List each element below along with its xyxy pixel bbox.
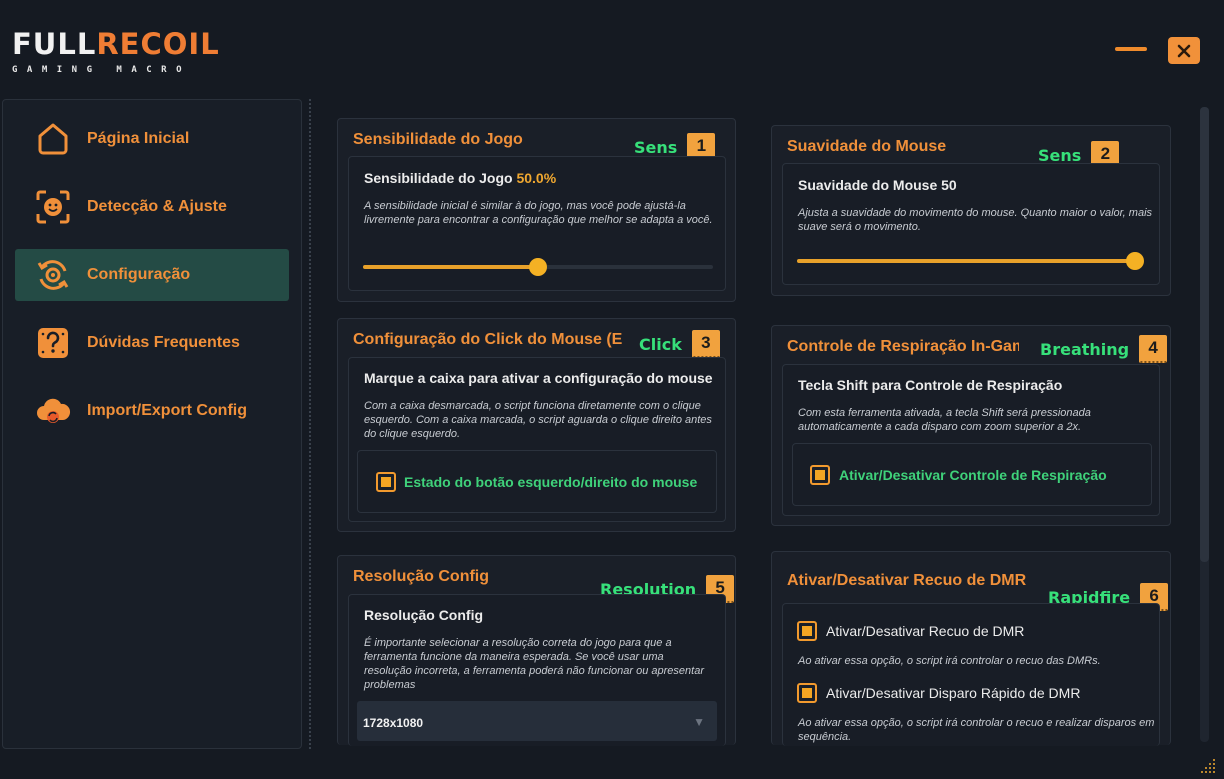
checkbox-check bbox=[802, 688, 812, 698]
sidebar-item-label: Configuração bbox=[87, 266, 191, 283]
click-card: Marque a caixa para ativar a configuraçã… bbox=[348, 357, 726, 522]
scrollbar-thumb[interactable] bbox=[1200, 107, 1209, 562]
close-button[interactable] bbox=[1168, 37, 1200, 64]
click-option-box: Estado do botão esquerdo/direito do mous… bbox=[357, 450, 717, 513]
minimize-button[interactable] bbox=[1115, 47, 1147, 51]
panel-title: Ativar/Desativar Recuo de DMR bbox=[787, 572, 1027, 589]
panel-title: Sensibilidade do Jogo bbox=[353, 131, 523, 148]
dmr-rapidfire-checkbox[interactable] bbox=[797, 683, 817, 703]
slider-knob[interactable] bbox=[1126, 252, 1144, 270]
dmr-rapidfire-description: Ao ativar essa opção, o script irá contr… bbox=[798, 717, 1155, 743]
panel-mouse-click: Configuração do Click do Mouse (Esq Clic… bbox=[337, 318, 736, 532]
breathing-description: Com esta ferramenta ativada, a tecla Shi… bbox=[798, 407, 1091, 433]
resolution-select[interactable]: 1728x1080 ▼ bbox=[357, 701, 717, 741]
sensitivity-value: 50.0% bbox=[516, 170, 557, 186]
checkbox-check bbox=[802, 626, 812, 636]
panel-resolution: Resolução Config Resolution 5 Resolução … bbox=[337, 555, 736, 746]
sidebar-item-label: Página Inicial bbox=[87, 130, 190, 147]
cloud-sync-icon bbox=[33, 391, 73, 431]
tag-badge: Click 3 bbox=[623, 330, 720, 358]
vertical-divider bbox=[309, 99, 311, 749]
checkbox-frame bbox=[376, 472, 396, 492]
checkbox-check bbox=[815, 470, 825, 480]
sidebar-item-configuration[interactable]: Configuração bbox=[15, 249, 289, 301]
resolution-card: Resolução Config É importante selecionar… bbox=[348, 594, 726, 746]
breathing-control-label[interactable]: Ativar/Desativar Controle de Respiração bbox=[839, 467, 1107, 483]
logo-text-full: FULL bbox=[12, 27, 97, 61]
dmr-recoil-label[interactable]: Ativar/Desativar Recuo de DMR bbox=[826, 623, 1024, 639]
logo-text-recoil: RECOIL bbox=[96, 27, 220, 61]
checkbox-frame bbox=[797, 683, 817, 703]
tag-label: Sens bbox=[634, 137, 678, 157]
slider-fill bbox=[797, 259, 1135, 263]
close-icon bbox=[1177, 44, 1191, 57]
sensitivity-card: Sensibilidade do Jogo 50.0% A sensibilid… bbox=[348, 156, 726, 291]
panel-sensitivity: Sensibilidade do Jogo Sens 1 Sensibilida… bbox=[337, 118, 736, 302]
smoothness-label: Suavidade do Mouse 50 bbox=[798, 177, 957, 193]
panel-title: Suavidade do Mouse bbox=[787, 138, 947, 155]
resolution-description: É importante selecionar a resolução corr… bbox=[364, 637, 704, 691]
dmr-recoil-checkbox[interactable] bbox=[797, 621, 817, 641]
sensitivity-label: Sensibilidade do Jogo 50.0% bbox=[364, 170, 556, 186]
gear-sync-icon bbox=[33, 255, 73, 295]
home-icon bbox=[33, 119, 73, 159]
tag-badge: Breathing 4 bbox=[1030, 335, 1168, 363]
sensitivity-description: A sensibilidade inicial é similar à do j… bbox=[364, 200, 713, 226]
smoothness-card: Suavidade do Mouse 50 Ajusta a suavidade… bbox=[782, 163, 1160, 285]
sidebar-item-label: Dúvidas Frequentes bbox=[87, 334, 240, 351]
mouse-button-state-label[interactable]: Estado do botão esquerdo/direito do mous… bbox=[404, 474, 697, 490]
tag-number: 3 bbox=[691, 330, 720, 358]
checkbox-frame bbox=[810, 465, 830, 485]
panel-mouse-smoothness: Suavidade do Mouse Sens 2 Suavidade do M… bbox=[771, 125, 1171, 296]
app-logo: FULLRECOIL GAMING MACRO bbox=[12, 27, 220, 76]
resolution-label: Resolução Config bbox=[364, 607, 484, 623]
dmr-recoil-description: Ao ativar essa opção, o script irá contr… bbox=[798, 655, 1101, 667]
sidebar-item-detection[interactable]: Detecção & Ajuste bbox=[15, 181, 289, 233]
breathing-card: Tecla Shift para Controle de Respiração … bbox=[782, 364, 1160, 516]
dmr-rapidfire-label[interactable]: Ativar/Desativar Disparo Rápido de DMR bbox=[826, 685, 1080, 701]
smoothness-slider[interactable] bbox=[797, 252, 1144, 270]
sidebar-item-label: Import/Export Config bbox=[87, 402, 247, 419]
sensitivity-label-text: Sensibilidade do Jogo bbox=[364, 170, 513, 186]
slider-fill bbox=[363, 265, 538, 269]
sidebar-item-faq[interactable]: Dúvidas Frequentes bbox=[15, 317, 289, 369]
resolution-selected-value: 1728x1080 bbox=[363, 716, 424, 730]
sidebar-item-import-export[interactable]: Import/Export Config bbox=[15, 385, 289, 437]
sidebar-item-home[interactable]: Página Inicial bbox=[15, 113, 289, 165]
click-description: Com a caixa desmarcada, o script funcion… bbox=[364, 400, 712, 440]
smoothness-description: Ajusta a suavidade do movimento do mouse… bbox=[798, 207, 1153, 233]
sensitivity-slider[interactable] bbox=[363, 258, 713, 276]
checkbox-check bbox=[381, 477, 391, 487]
mouse-button-state-checkbox[interactable] bbox=[376, 472, 396, 492]
breathing-instruction: Tecla Shift para Controle de Respiração bbox=[798, 377, 1063, 393]
dropdown-arrow-icon: ▼ bbox=[693, 715, 705, 729]
breathing-option-box: Ativar/Desativar Controle de Respiração bbox=[792, 443, 1152, 506]
resize-grip-icon[interactable] bbox=[1200, 758, 1216, 774]
panel-title: Configuração do Click do Mouse (Esq bbox=[353, 331, 623, 348]
panel-title: Controle de Respiração In-Game bbox=[787, 338, 1019, 355]
tag-label: Breathing bbox=[1040, 339, 1130, 359]
sidebar-item-label: Detecção & Ajuste bbox=[87, 198, 227, 215]
face-scan-icon bbox=[33, 187, 73, 227]
checkbox-frame bbox=[797, 621, 817, 641]
tag-label: Sens bbox=[1038, 145, 1082, 165]
main-scrollbar[interactable] bbox=[1200, 107, 1209, 742]
panel-breathing-control: Controle de Respiração In-Game Breathing… bbox=[771, 325, 1171, 526]
tag-label: Click bbox=[639, 334, 682, 354]
logo-wordmark: FULLRECOIL bbox=[12, 27, 220, 61]
panel-dmr-recoil: Ativar/Desativar Recuo de DMR Rapidfire … bbox=[771, 551, 1171, 746]
slider-knob[interactable] bbox=[529, 258, 547, 276]
panel-title: Resolução Config bbox=[353, 568, 490, 585]
logo-subtitle: GAMING MACRO bbox=[12, 65, 192, 75]
breathing-control-checkbox[interactable] bbox=[810, 465, 830, 485]
question-icon bbox=[33, 323, 73, 363]
click-instruction: Marque a caixa para ativar a configuraçã… bbox=[364, 370, 713, 386]
sidebar: Página Inicial Detecção & Ajuste Configu… bbox=[2, 99, 302, 749]
dmr-card: Ativar/Desativar Recuo de DMR Ao ativar … bbox=[782, 603, 1160, 746]
tag-number: 4 bbox=[1139, 335, 1168, 363]
